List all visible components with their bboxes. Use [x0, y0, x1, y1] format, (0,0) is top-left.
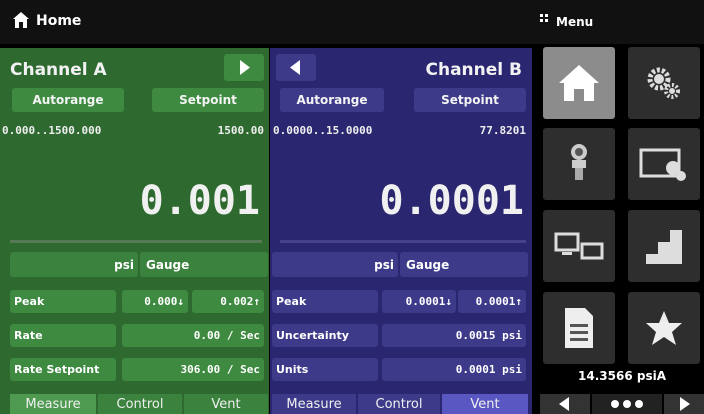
- channel-b-tab-control[interactable]: Control: [358, 394, 440, 414]
- channel-a-row-value[interactable]: 306.00 / Sec: [122, 358, 264, 381]
- channel-a-setpoint-button[interactable]: Setpoint: [152, 88, 264, 112]
- top-bar: [0, 0, 704, 44]
- channel-b-reading: 0.0001: [379, 178, 525, 224]
- channel-b-autorange-button[interactable]: Autorange: [280, 88, 384, 112]
- menu-prev-button[interactable]: [540, 394, 590, 414]
- channel-a-tab-measure[interactable]: Measure: [10, 394, 96, 414]
- channel-b-row-label[interactable]: Peak: [272, 290, 378, 313]
- channel-a-row-label[interactable]: Rate: [10, 324, 116, 347]
- channel-b-row-value[interactable]: 0.0001 psi: [382, 358, 526, 381]
- channel-a-peak-high[interactable]: 0.002↑: [192, 290, 264, 313]
- display-settings-icon: [639, 148, 686, 181]
- home-icon: [559, 65, 599, 101]
- channel-a-row-label[interactable]: Rate Setpoint: [10, 358, 116, 381]
- menu-home-tile[interactable]: [543, 47, 615, 119]
- channel-a-title: Channel A: [10, 60, 107, 80]
- channel-a-reading: 0.001: [139, 178, 260, 224]
- channel-a-range-max: 1500.00: [217, 124, 264, 137]
- menu-favorites-tile[interactable]: [628, 292, 700, 364]
- channel-a-row-label[interactable]: Peak: [10, 290, 116, 313]
- menu-document-tile[interactable]: [543, 292, 615, 364]
- remote-icon: [554, 232, 604, 260]
- channel-a-tab-control[interactable]: Control: [98, 394, 182, 414]
- channel-b-peak-high[interactable]: 0.0001↑: [458, 290, 526, 313]
- star-icon: [646, 311, 682, 345]
- menu-next-button[interactable]: [664, 394, 704, 414]
- arrow-right-icon: [680, 397, 690, 411]
- arrow-left-icon: [290, 60, 300, 75]
- menu-settings-tile[interactable]: [628, 47, 700, 119]
- channel-b-prev-button[interactable]: [276, 54, 316, 81]
- sensor-icon: [571, 144, 587, 180]
- channel-b-level-bar: [280, 240, 526, 243]
- channel-a-mode: Gauge: [146, 257, 190, 272]
- channel-a-tab-vent[interactable]: Vent: [184, 394, 268, 414]
- channel-b-mode: Gauge: [406, 257, 450, 272]
- channel-a-mode-button[interactable]: Gauge: [140, 252, 268, 277]
- channel-b-unit-button[interactable]: psi: [272, 252, 398, 277]
- channel-b-row-label[interactable]: Units: [272, 358, 378, 381]
- home-icon[interactable]: [12, 11, 30, 29]
- document-icon: [565, 308, 593, 348]
- menu-display-tile[interactable]: [628, 128, 700, 200]
- channel-a-unit-button[interactable]: psi: [10, 252, 138, 277]
- channel-b-unit: psi: [374, 257, 394, 272]
- channel-b-range: 0.0000..15.0000: [273, 124, 373, 137]
- settings-icon: [647, 67, 680, 99]
- arrow-right-icon: [240, 60, 250, 75]
- channel-a-row-value[interactable]: 0.00 / Sec: [122, 324, 264, 347]
- menu-remote-tile[interactable]: [543, 210, 615, 282]
- channel-b-peak-low[interactable]: 0.0001↓: [382, 290, 456, 313]
- channel-a-range: 0.000..1500.000: [2, 124, 102, 137]
- steps-icon: [646, 230, 682, 264]
- channel-b-row-value[interactable]: 0.0015 psi: [382, 324, 526, 347]
- channel-a-level-bar: [10, 240, 262, 243]
- page-title: Home: [36, 13, 82, 29]
- channel-b-setpoint-button[interactable]: Setpoint: [414, 88, 526, 112]
- menu-title: Menu: [556, 15, 594, 29]
- channel-b-title: Channel B: [425, 60, 523, 80]
- menu-sensor-tile[interactable]: [543, 128, 615, 200]
- channel-a-autorange-button[interactable]: Autorange: [12, 88, 124, 112]
- arrow-left-icon: [559, 397, 569, 411]
- channel-a-unit: psi: [114, 257, 134, 272]
- channel-b-row-label[interactable]: Uncertainty: [272, 324, 378, 347]
- channel-b-mode-button[interactable]: Gauge: [400, 252, 528, 277]
- menu-grip-icon: [540, 14, 548, 22]
- menu-page-indicator[interactable]: [592, 394, 662, 414]
- menu-steps-tile[interactable]: [628, 210, 700, 282]
- channel-b-tab-measure[interactable]: Measure: [272, 394, 356, 414]
- more-dots-icon: [611, 400, 643, 408]
- channel-a-next-button[interactable]: [224, 54, 264, 81]
- channel-b-tab-vent[interactable]: Vent: [442, 394, 528, 414]
- channel-b-range-max: 77.8201: [479, 124, 526, 137]
- barometer-reading: 14.3566 psiA: [578, 369, 666, 383]
- channel-a-peak-low[interactable]: 0.000↓: [122, 290, 188, 313]
